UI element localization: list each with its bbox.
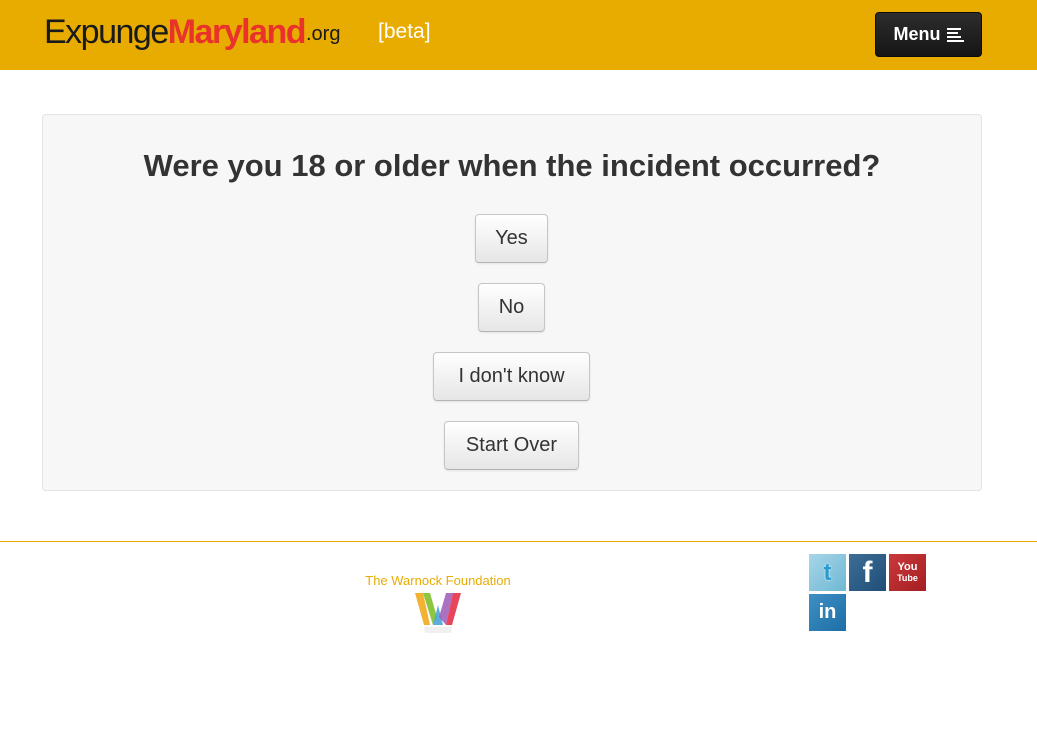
foundation-name: The Warnock Foundation <box>365 573 511 588</box>
logo-maryland-text: Maryland <box>167 13 307 51</box>
logo-org-text: .org <box>306 23 341 45</box>
menu-button[interactable]: Menu <box>875 12 982 57</box>
warnock-w-logo <box>415 593 461 633</box>
start-over-button[interactable]: Start Over <box>444 421 579 470</box>
youtube-icon[interactable]: You Tube <box>889 554 926 591</box>
youtube-icon-you: You <box>897 560 918 573</box>
beta-label: [beta] <box>378 20 431 43</box>
top-navbar: Expunge Maryland .org [beta] Menu <box>0 0 1037 70</box>
youtube-icon-tube: Tube <box>897 572 918 583</box>
no-button[interactable]: No <box>478 283 545 332</box>
social-links: t f You Tube in <box>809 554 929 634</box>
question-heading: Were you 18 or older when the incident o… <box>143 148 881 183</box>
linkedin-icon[interactable]: in <box>809 594 846 631</box>
site-logo[interactable]: Expunge Maryland .org <box>44 8 340 52</box>
dont-know-button[interactable]: I don't know <box>433 352 590 401</box>
list-icon <box>946 28 964 42</box>
facebook-icon[interactable]: f <box>849 554 886 591</box>
yes-button[interactable]: Yes <box>475 214 548 263</box>
warnock-foundation-link[interactable]: The Warnock Foundation <box>350 573 526 635</box>
menu-button-label: Menu <box>893 24 941 44</box>
logo-expunge-text: Expunge <box>44 13 169 51</box>
twitter-icon[interactable]: t <box>809 554 846 591</box>
footer-divider <box>0 541 1037 542</box>
